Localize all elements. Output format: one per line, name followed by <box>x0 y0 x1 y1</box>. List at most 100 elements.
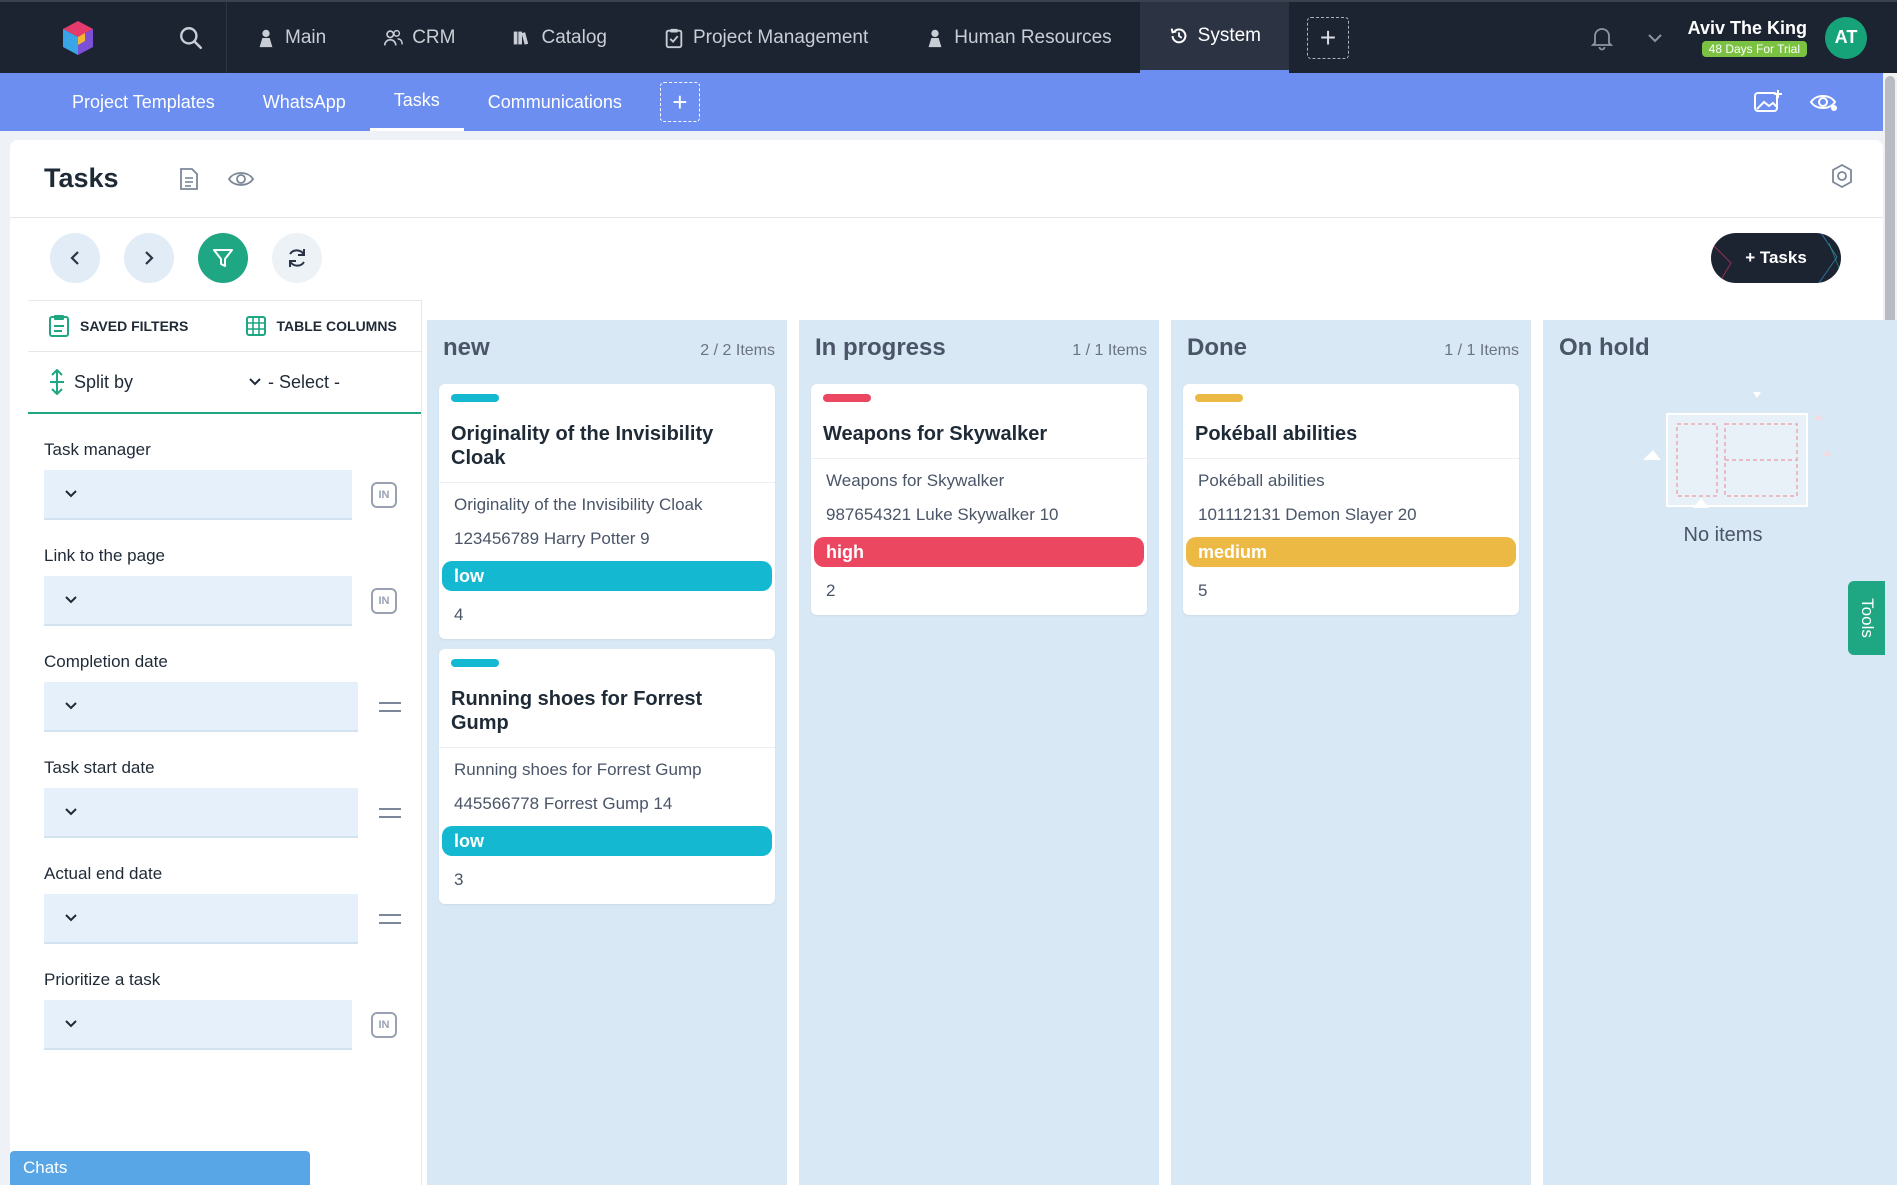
nav-crm-label: CRM <box>412 26 456 48</box>
history-icon <box>1170 28 1187 44</box>
main-panel: Tasks + Tasks SAVED FILTERS TABLE COLUMN… <box>10 140 1897 1185</box>
next-button[interactable] <box>124 233 174 283</box>
card-number: 4 <box>454 605 464 624</box>
nav-crm[interactable]: CRM <box>354 2 483 73</box>
operator-toggle[interactable]: IN <box>370 481 398 509</box>
filter-completion-date: Completion date <box>44 652 421 732</box>
column-count: 1 / 1 Items <box>1444 342 1519 359</box>
chats-bar[interactable]: Chats <box>10 1151 310 1185</box>
task-start-date-select[interactable] <box>44 788 358 838</box>
chevron-down-icon <box>65 808 77 816</box>
tab-tasks[interactable]: Tasks <box>369 73 464 131</box>
operator-toggle[interactable]: IN <box>370 1011 398 1039</box>
cube-logo-icon <box>62 20 93 55</box>
tab-communications[interactable]: Communications <box>464 73 646 131</box>
chevron-down-icon <box>65 1020 77 1028</box>
equals-icon <box>379 808 401 818</box>
chevron-down-icon <box>65 490 77 498</box>
task-card[interactable]: Pokéball abilities Pokéball abilities 10… <box>1183 384 1519 615</box>
completion-date-select[interactable] <box>44 682 358 732</box>
saved-filters-tab[interactable]: SAVED FILTERS <box>28 301 225 351</box>
saved-filters-label: SAVED FILTERS <box>80 318 189 334</box>
refresh-icon <box>289 249 305 267</box>
filter-task-manager: Task manager IN <box>44 440 421 520</box>
document-button[interactable] <box>174 164 204 194</box>
tools-tab[interactable]: Tools <box>1848 581 1885 655</box>
task-card[interactable]: Originality of the Invisibility Cloak Or… <box>439 384 775 639</box>
filter-label: Completion date <box>44 652 168 671</box>
empty-state: No items <box>1543 390 1897 547</box>
filter-task-start-date: Task start date <box>44 758 421 838</box>
operator-toggle[interactable] <box>376 905 404 933</box>
add-task-button[interactable]: + Tasks <box>1711 233 1841 283</box>
avatar[interactable]: AT <box>1825 16 1867 59</box>
people-icon <box>384 29 404 45</box>
add-nav-button[interactable]: + <box>1307 16 1349 59</box>
trial-badge: 48 Days For Trial <box>1701 41 1807 57</box>
filter-link-to-page: Link to the page IN <box>44 546 421 626</box>
page-settings-button[interactable] <box>1829 163 1855 194</box>
user-menu-toggle[interactable] <box>1640 23 1670 53</box>
nav-main[interactable]: Main <box>227 2 354 73</box>
bell-icon <box>1590 27 1613 50</box>
tab-project-templates[interactable]: Project Templates <box>48 73 239 131</box>
column-done: Done 1 / 1 Items Pokéball abilities Poké… <box>1171 320 1531 1185</box>
filter-button[interactable] <box>198 233 248 283</box>
user-name: Aviv The King <box>1687 18 1807 38</box>
app-logo[interactable] <box>0 2 155 73</box>
table-columns-tab[interactable]: TABLE COLUMNS <box>225 301 422 351</box>
column-count: 1 / 1 Items <box>1072 342 1147 359</box>
chevron-left-icon <box>70 251 79 265</box>
operator-toggle[interactable]: IN <box>370 587 398 615</box>
column-new: new 2 / 2 Items Originality of the Invis… <box>427 320 787 1185</box>
column-title: Done <box>1187 334 1247 361</box>
in-operator-icon: IN <box>371 1012 397 1038</box>
add-tab-button[interactable]: + <box>659 82 700 122</box>
board-toolbar: + Tasks <box>10 218 1883 298</box>
add-image-icon[interactable] <box>1753 89 1783 115</box>
search-button[interactable] <box>155 2 227 73</box>
nav-project-management[interactable]: Project Management <box>635 2 896 73</box>
actual-end-date-select[interactable] <box>44 894 358 944</box>
task-card[interactable]: Weapons for Skywalker Weapons for Skywal… <box>811 384 1147 615</box>
card-field: 123456789 Harry Potter 9 <box>454 529 650 548</box>
empty-text: No items <box>1683 524 1763 546</box>
card-title: Pokéball abilities <box>1195 423 1358 445</box>
card-title: Weapons for Skywalker <box>823 423 1048 445</box>
chevron-down-icon <box>65 914 77 922</box>
column-title: On hold <box>1559 334 1650 361</box>
page-title: Tasks <box>44 163 119 193</box>
nav-human-resources-label: Human Resources <box>954 26 1112 48</box>
operator-toggle[interactable] <box>376 693 404 721</box>
task-card[interactable]: Running shoes for Forrest Gump Running s… <box>439 649 775 904</box>
nav-catalog[interactable]: Catalog <box>483 2 635 73</box>
add-task-label: + Tasks <box>1745 248 1807 267</box>
user-info[interactable]: Aviv The King 48 Days For Trial <box>1688 18 1807 57</box>
task-manager-select[interactable] <box>44 470 352 520</box>
filter-tabs: SAVED FILTERS TABLE COLUMNS <box>28 300 421 352</box>
split-by-label: Split by <box>74 371 134 392</box>
equals-icon <box>379 914 401 924</box>
split-by: Split by <box>48 369 248 395</box>
filter-actual-end-date: Actual end date <box>44 864 421 944</box>
priority-badge: low <box>442 561 772 591</box>
link-to-page-select[interactable] <box>44 576 352 626</box>
eye-icon <box>228 171 254 186</box>
in-operator-icon: IN <box>371 588 397 614</box>
nav-system[interactable]: System <box>1139 2 1289 73</box>
eye-settings-icon[interactable] <box>1809 91 1839 113</box>
refresh-button[interactable] <box>272 233 322 283</box>
previous-button[interactable] <box>50 233 100 283</box>
operator-toggle[interactable] <box>376 799 404 827</box>
prioritize-task-select[interactable] <box>44 1000 352 1050</box>
split-by-select[interactable]: - Select - <box>248 372 340 393</box>
kanban-board: new 2 / 2 Items Originality of the Invis… <box>427 320 1897 1185</box>
notifications-button[interactable] <box>1582 18 1622 58</box>
card-field: Originality of the Invisibility Cloak <box>439 482 775 523</box>
nav-human-resources[interactable]: Human Resources <box>896 2 1139 73</box>
view-button[interactable] <box>226 164 256 194</box>
filter-label: Actual end date <box>44 864 163 883</box>
chevron-down-icon <box>1647 33 1662 42</box>
tab-whatsapp[interactable]: WhatsApp <box>239 73 370 131</box>
nav-main-label: Main <box>285 26 327 48</box>
